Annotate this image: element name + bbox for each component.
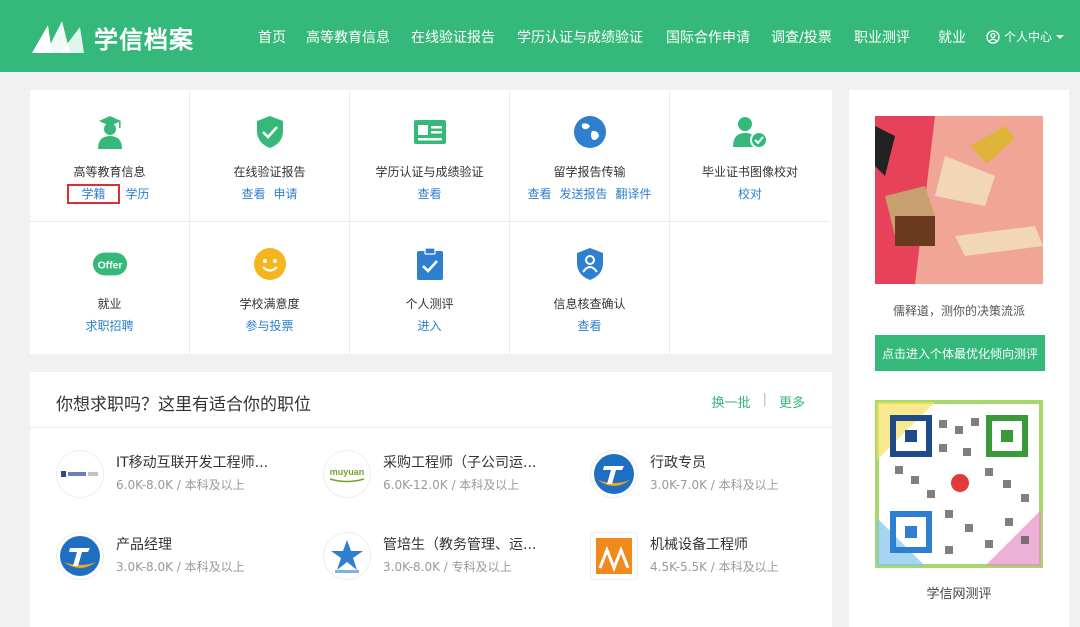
id-card-icon xyxy=(412,114,448,150)
link-view[interactable]: 查看 xyxy=(577,319,601,333)
nav-higher-education[interactable]: 高等教育信息 xyxy=(306,27,390,47)
service-satisfaction: 学校满意度 参与投票 xyxy=(190,222,350,354)
services-panel: 高等教育信息 学籍 学历 在线验证报告 查看 申请 学历认证与成绩验证 查看 留学报… xyxy=(30,90,832,354)
chevron-down-icon xyxy=(1056,34,1065,39)
link-enter[interactable]: 进入 xyxy=(417,319,441,333)
job-item[interactable]: muyuan 采购工程师（子公司运... 6.0K-12.0K / 本科及以上 xyxy=(323,450,583,500)
divider xyxy=(30,427,832,428)
user-check-icon xyxy=(732,114,768,150)
nav-home[interactable]: 首页 xyxy=(258,27,286,47)
job-item[interactable]: 机械设备工程师 4.5K-5.5K / 本科及以上 xyxy=(590,532,850,582)
user-center-label: 个人中心 xyxy=(1004,30,1053,44)
job-title: 采购工程师（子公司运... xyxy=(383,455,537,471)
job-meta: 6.0K-8.0K / 本科及以上 xyxy=(116,478,245,492)
link-apply[interactable]: 申请 xyxy=(274,187,298,201)
service-name: 信息核查确认 xyxy=(553,297,626,311)
company-logo xyxy=(323,532,371,580)
nav-survey[interactable]: 调查/投票 xyxy=(771,27,832,47)
site-title: 学信档案 xyxy=(94,25,194,54)
service-name: 在线验证报告 xyxy=(233,165,306,179)
top-header: 学信档案 首页 高等教育信息 在线验证报告 学历认证与成绩验证 国际合作申请 调… xyxy=(0,0,1080,72)
smile-icon xyxy=(252,246,288,282)
nav-online-report[interactable]: 在线验证报告 xyxy=(411,27,495,47)
job-item[interactable]: IT移动互联开发工程师... 6.0K-8.0K / 本科及以上 xyxy=(56,450,316,500)
service-empty-cell xyxy=(670,222,830,354)
job-meta: 4.5K-5.5K / 本科及以上 xyxy=(650,560,779,574)
service-online-report: 在线验证报告 查看 申请 xyxy=(190,90,350,222)
link-view[interactable]: 查看 xyxy=(417,187,441,201)
logo-icon xyxy=(32,21,84,53)
link-vote[interactable]: 参与投票 xyxy=(245,319,293,333)
link-view[interactable]: 查看 xyxy=(241,187,265,201)
job-title: 机械设备工程师 xyxy=(650,537,748,553)
nav-international[interactable]: 国际合作申请 xyxy=(666,27,750,47)
service-name: 个人测评 xyxy=(405,297,454,311)
job-title: 管培生（教务管理、运... xyxy=(383,537,537,553)
job-title: IT移动互联开发工程师... xyxy=(116,455,269,471)
service-personal-test: 个人测评 进入 xyxy=(350,222,510,354)
jobs-title: 你想求职吗？这里有适合你的职位 xyxy=(56,395,311,415)
service-name: 高等教育信息 xyxy=(73,165,146,179)
link-view[interactable]: 查看 xyxy=(527,187,551,201)
ad-banner-image[interactable] xyxy=(875,116,1043,284)
service-name: 就业 xyxy=(97,297,122,311)
clipboard-check-icon xyxy=(412,246,448,282)
site-logo[interactable]: 学信档案 xyxy=(30,14,194,60)
refresh-jobs-link[interactable]: 换一批 xyxy=(712,392,751,411)
job-title: 行政专员 xyxy=(650,455,706,471)
job-meta: 3.0K-8.0K / 专科及以上 xyxy=(383,560,512,574)
service-employment: Offer 就业 求职招聘 xyxy=(30,222,190,354)
shield-user-icon xyxy=(572,246,608,282)
link-degree[interactable]: 学历 xyxy=(126,187,150,201)
job-meta: 6.0K-12.0K / 本科及以上 xyxy=(383,478,520,492)
service-overseas-report: 留学报告传输 查看 发送报告 翻译件 xyxy=(510,90,670,222)
job-item[interactable]: 行政专员 3.0K-7.0K / 本科及以上 xyxy=(590,450,850,500)
company-logo xyxy=(56,532,104,580)
offer-icon: Offer xyxy=(92,246,128,282)
link-proofread[interactable]: 校对 xyxy=(738,187,762,201)
service-name: 留学报告传输 xyxy=(553,165,626,179)
svg-text:Offer: Offer xyxy=(98,260,123,271)
link-send-report[interactable]: 发送报告 xyxy=(559,187,607,201)
link-translation[interactable]: 翻译件 xyxy=(616,187,652,201)
nav-career-test[interactable]: 职业测评 xyxy=(854,27,910,47)
globe-icon xyxy=(572,114,608,150)
user-circle-icon xyxy=(986,29,1000,44)
shield-check-icon xyxy=(252,114,288,150)
jobs-panel: 你想求职吗？这里有适合你的职位 换一批 | 更多 IT移动互联开发工程师... … xyxy=(30,372,832,627)
service-name: 毕业证书图像校对 xyxy=(701,165,798,179)
job-title: 产品经理 xyxy=(116,537,172,553)
job-item[interactable]: 产品经理 3.0K-8.0K / 本科及以上 xyxy=(56,532,316,582)
company-logo xyxy=(590,532,638,580)
qr-code-image xyxy=(875,400,1043,568)
service-name: 学历认证与成绩验证 xyxy=(375,165,484,179)
nav-certification[interactable]: 学历认证与成绩验证 xyxy=(517,27,643,47)
svg-text:muyuan: muyuan xyxy=(330,467,365,477)
user-center-menu[interactable]: 个人中心 xyxy=(986,28,1065,45)
service-certification: 学历认证与成绩验证 查看 xyxy=(350,90,510,222)
job-item[interactable]: 管培生（教务管理、运... 3.0K-8.0K / 专科及以上 xyxy=(323,532,583,582)
qr-caption: 学信网测评 xyxy=(926,587,992,602)
link-student-status[interactable]: 学籍 xyxy=(67,184,120,204)
company-logo: muyuan xyxy=(323,450,371,498)
job-meta: 3.0K-8.0K / 本科及以上 xyxy=(116,560,245,574)
job-meta: 3.0K-7.0K / 本科及以上 xyxy=(650,478,779,492)
nav-employment[interactable]: 就业 xyxy=(938,27,966,47)
personality-test-button[interactable]: 点击进入个体最优化倾向测评 xyxy=(875,335,1045,371)
graduate-icon xyxy=(92,114,128,150)
service-higher-education: 高等教育信息 学籍 学历 xyxy=(30,90,190,222)
company-logo xyxy=(590,450,638,498)
service-name: 学校满意度 xyxy=(239,297,300,311)
separator: | xyxy=(762,392,767,407)
right-sidebar: 儒释道，测你的决策流派 点击进入个体最优化倾向测评 学信网测评 xyxy=(849,90,1069,627)
service-certificate-check: 毕业证书图像校对 校对 xyxy=(670,90,830,222)
company-logo xyxy=(56,450,104,498)
ad-caption: 儒释道，测你的决策流派 xyxy=(892,304,1025,318)
more-jobs-link[interactable]: 更多 xyxy=(779,392,805,411)
link-job-search[interactable]: 求职招聘 xyxy=(85,319,133,333)
service-info-verify: 信息核查确认 查看 xyxy=(510,222,670,354)
